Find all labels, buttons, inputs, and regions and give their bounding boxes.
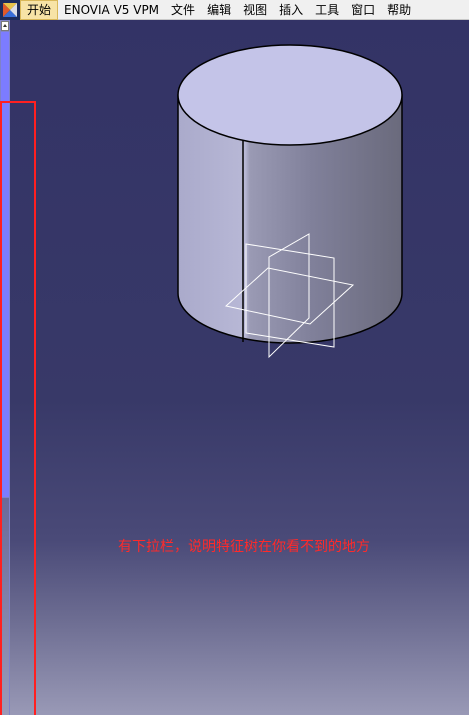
catia-logo-icon[interactable]	[0, 0, 20, 20]
menu-start[interactable]: 开始	[20, 0, 59, 20]
menu-help[interactable]: 帮助	[381, 0, 417, 20]
menu-bar: 开始 ENOVIA V5 VPM 文件 编辑 视图 插入 工具 窗口 帮助	[0, 0, 469, 20]
menu-insert[interactable]: 插入	[273, 0, 309, 20]
3d-viewport[interactable]: 有下拉栏，说明特征树在你看不到的地方	[0, 20, 469, 715]
cylinder-top-face[interactable]	[177, 44, 403, 146]
cylinder-model[interactable]	[0, 20, 469, 715]
menu-window[interactable]: 窗口	[345, 0, 381, 20]
menu-view[interactable]: 视图	[237, 0, 273, 20]
annotation-text: 有下拉栏，说明特征树在你看不到的地方	[118, 539, 370, 555]
menu-tools[interactable]: 工具	[309, 0, 345, 20]
menu-file[interactable]: 文件	[165, 0, 201, 20]
menu-edit[interactable]: 编辑	[201, 0, 237, 20]
catia-window: 开始 ENOVIA V5 VPM 文件 编辑 视图 插入 工具 窗口 帮助 有下…	[0, 0, 469, 715]
menu-enovia[interactable]: ENOVIA V5 VPM	[58, 0, 165, 20]
